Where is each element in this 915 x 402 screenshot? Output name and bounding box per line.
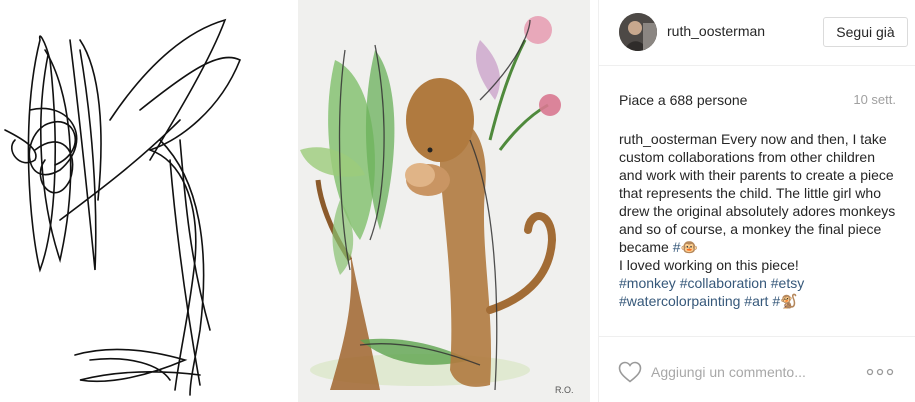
like-count[interactable]: Piace a 688 persone [619,92,747,108]
more-options-icon[interactable] [865,365,895,379]
avatar-photo [619,13,657,51]
post: R.O. ruth_oosterman Segui già Piace a 68… [0,0,915,402]
hashtag-link[interactable]: #etsy [771,275,804,291]
post-artwork: R.O. [4,0,590,402]
post-header: ruth_oosterman Segui già [599,0,915,66]
following-button[interactable]: Segui già [823,17,908,47]
caption-area: ruth_oosterman Every now and then, I tak… [619,130,899,335]
caption-emoji-hashtag[interactable]: #🐵 [673,239,698,255]
hashtag-link[interactable]: #collaboration [680,275,767,291]
watercolor-painting: R.O. [298,0,590,402]
post-sidebar: ruth_oosterman Segui già Piace a 688 per… [598,0,915,402]
caption-body: Every now and then, I take custom collab… [619,131,896,255]
comment-input[interactable] [651,362,851,382]
caption-text: ruth_oosterman Every now and then, I tak… [619,130,899,256]
caption-username[interactable]: ruth_oosterman [619,131,717,147]
hashtag-link[interactable]: #monkey [619,275,676,291]
post-image[interactable]: R.O. [0,0,598,402]
likes-row: Piace a 688 persone 10 sett. [619,92,896,110]
avatar[interactable] [619,13,657,51]
post-timestamp[interactable]: 10 sett. [853,92,896,107]
child-scribble-drawing [4,18,242,396]
hashtag-link[interactable]: #art [744,293,768,309]
hashtag-list: #monkey #collaboration #etsy #watercolor… [619,274,899,310]
artist-signature: R.O. [555,385,574,395]
hashtag-link[interactable]: #🐒 [772,293,797,309]
heart-outline-icon[interactable] [618,361,642,383]
post-author-username[interactable]: ruth_oosterman [667,23,765,39]
hashtag-link[interactable]: #watercolorpainting [619,293,740,309]
comment-bar [599,336,915,402]
caption-second-line: I loved working on this piece! [619,257,799,273]
